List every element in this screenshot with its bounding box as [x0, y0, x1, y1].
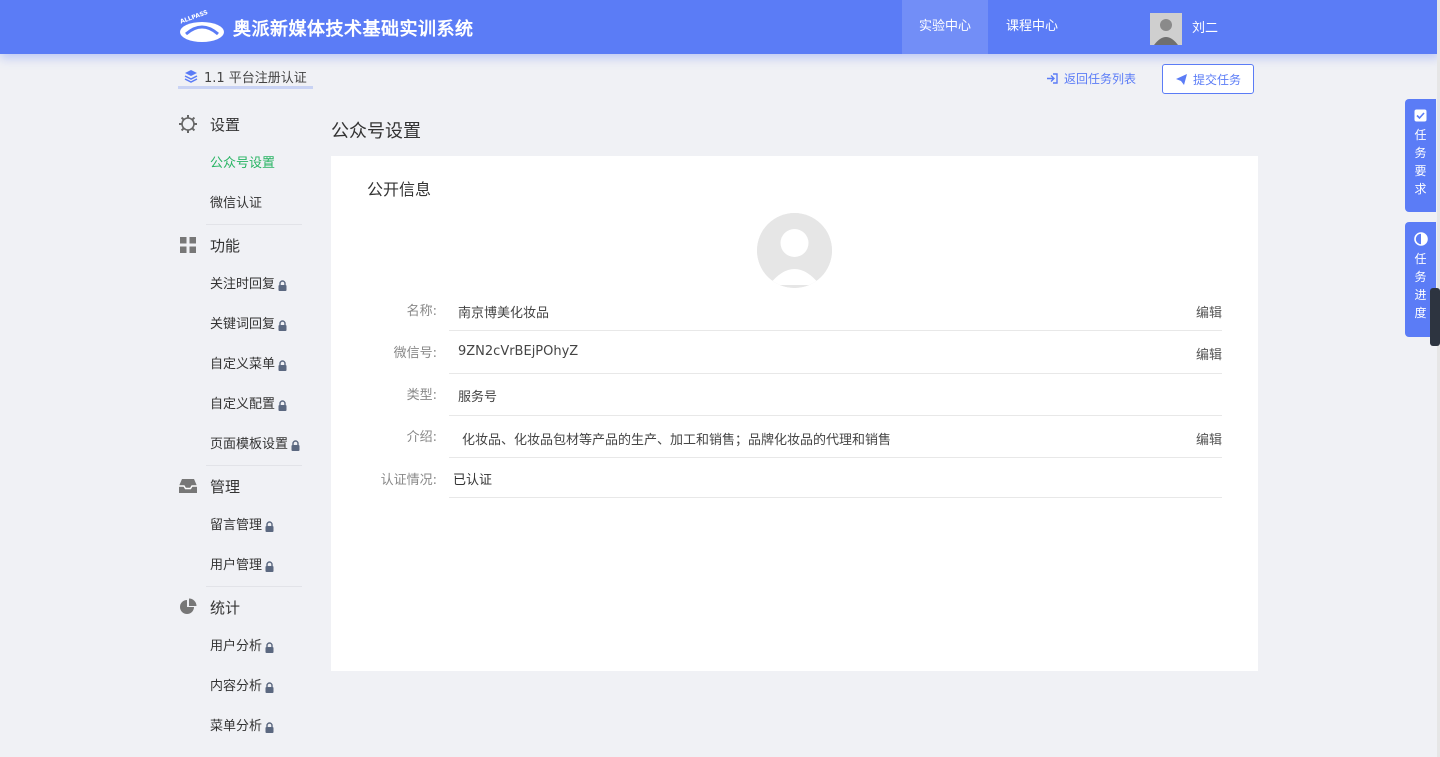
sidebar-item-label: 用户分析: [210, 639, 263, 654]
lock-icon: [278, 319, 287, 331]
card-title: 公开信息: [367, 180, 432, 199]
user-name[interactable]: 刘二: [1192, 17, 1218, 36]
sidebar-item-message-management[interactable]: 留言管理: [178, 506, 302, 546]
tab-char: 务: [1414, 146, 1427, 160]
inbox-icon: [178, 476, 198, 496]
edit-intro-link[interactable]: 编辑: [1196, 429, 1222, 448]
paper-plane-icon: [1175, 73, 1187, 85]
sidebar-section-management: 管理: [178, 466, 302, 506]
sidebar-item-keyword-reply[interactable]: 关键词回复: [178, 305, 302, 345]
field-label: 认证情况:: [380, 473, 437, 488]
lock-icon: [278, 399, 287, 411]
user-avatar[interactable]: [1150, 13, 1182, 45]
tab-char: 进: [1414, 288, 1427, 302]
nav-course-center[interactable]: 课程中心: [990, 0, 1074, 54]
sidebar-item-label: 留言管理: [210, 518, 263, 533]
sidebar-item-page-template[interactable]: 页面模板设置: [178, 425, 302, 465]
sidebar-item-content-analysis[interactable]: 内容分析: [178, 667, 302, 707]
lock-icon: [278, 279, 287, 291]
tab-char: 求: [1414, 182, 1427, 196]
sidebar-section-statistics: 统计: [178, 587, 302, 627]
tab-char: 要: [1414, 164, 1427, 178]
sidebar-section-settings: 设置: [178, 104, 302, 144]
field-label: 名称:: [406, 304, 437, 319]
row-divider: [449, 497, 1222, 498]
lock-icon: [265, 681, 274, 693]
scrollbar-handle[interactable]: [1430, 288, 1440, 346]
sign-in-icon: [1047, 73, 1058, 84]
grid-icon: [178, 235, 198, 255]
sidebar-item-follow-reply[interactable]: 关注时回复: [178, 265, 302, 305]
back-link-label: 返回任务列表: [1064, 72, 1137, 86]
public-info-card: 公开信息 名称: 南京博美化妆品 编辑 微信号: 9ZN2cVrBEjPOhyZ…: [331, 156, 1258, 671]
sidebar-item-label: 自定义配置: [210, 397, 276, 412]
row-divider: [449, 457, 1222, 458]
field-value: 化妆品、化妆品包材等产品的生产、加工和销售；品牌化妆品的代理和销售: [462, 433, 892, 448]
sidebar-item-user-analysis[interactable]: 用户分析: [178, 627, 302, 667]
allpass-logo: ALLPASS: [179, 10, 224, 42]
sidebar-section-functions: 功能: [178, 225, 302, 265]
sidebar-item-custom-config[interactable]: 自定义配置: [178, 385, 302, 425]
field-label: 介绍:: [406, 430, 437, 445]
section-title: 功能: [210, 236, 241, 255]
user-avatar-icon: [1150, 13, 1182, 45]
default-avatar-icon: [757, 213, 832, 288]
lock-icon: [291, 439, 300, 451]
lock-icon: [265, 721, 274, 733]
sidebar-item-label: 内容分析: [210, 679, 263, 694]
lock-icon: [265, 641, 274, 653]
layers-icon: [184, 70, 198, 83]
sidebar-item-label: 公众号设置: [210, 156, 276, 171]
task-requirements-tab[interactable]: 任 务 要 求: [1405, 99, 1436, 212]
sidebar-item-account-settings[interactable]: 公众号设置: [178, 144, 302, 184]
section-title: 统计: [210, 598, 241, 617]
field-value: 9ZN2cVrBEjPOhyZ: [458, 344, 579, 359]
row-divider: [449, 330, 1222, 331]
tab-char: 任: [1414, 252, 1427, 266]
sidebar-item-label: 菜单分析: [210, 719, 263, 734]
nav-lab-center[interactable]: 实验中心: [902, 0, 988, 54]
sidebar-item-user-management[interactable]: 用户管理: [178, 546, 302, 586]
sidebar-item-label: 关注时回复: [210, 277, 276, 292]
row-divider: [449, 373, 1222, 374]
lock-icon: [265, 560, 274, 572]
sidebar-item-wechat-verify[interactable]: 微信认证: [178, 184, 302, 224]
field-value: 南京博美化妆品: [458, 306, 550, 321]
section-title: 设置: [210, 115, 241, 134]
sidebar-item-custom-menu[interactable]: 自定义菜单: [178, 345, 302, 385]
field-label: 类型:: [406, 388, 437, 403]
sidebar-item-label: 页面模板设置: [210, 437, 289, 452]
submit-task-button[interactable]: 提交任务: [1162, 64, 1254, 94]
sidebar-item-label: 关键词回复: [210, 317, 276, 332]
account-avatar: [757, 213, 832, 288]
checkbox-icon: [1414, 109, 1427, 122]
sidebar-item-label: 自定义菜单: [210, 357, 276, 372]
edit-name-link[interactable]: 编辑: [1196, 302, 1222, 321]
gear-icon: [178, 114, 198, 134]
top-header: ALLPASS 奥派新媒体技术基础实训系统 实验中心 课程中心 刘二: [0, 0, 1440, 54]
edit-wechat-id-link[interactable]: 编辑: [1196, 344, 1222, 363]
pie-chart-icon: [178, 597, 198, 617]
sidebar: 设置 公众号设置 微信认证 功能 关注时回复 关键词回复 自定义菜单 自定义配置…: [178, 104, 302, 747]
field-value: 已认证: [453, 473, 493, 488]
tab-char: 度: [1414, 306, 1427, 320]
lock-icon: [278, 359, 287, 371]
lock-icon: [265, 520, 274, 532]
app-title: 奥派新媒体技术基础实训系统: [233, 19, 474, 40]
sidebar-item-label: 用户管理: [210, 558, 263, 573]
section-title: 管理: [210, 477, 241, 496]
submit-task-label: 提交任务: [1192, 72, 1241, 87]
field-value: 服务号: [458, 390, 498, 405]
tab-char: 务: [1414, 270, 1427, 284]
page-title: 公众号设置: [331, 121, 421, 142]
field-label: 微信号:: [393, 346, 437, 361]
sidebar-item-label: 微信认证: [210, 196, 263, 211]
back-to-task-list-link[interactable]: 返回任务列表: [1046, 70, 1136, 87]
sidebar-item-menu-analysis[interactable]: 菜单分析: [178, 707, 302, 747]
tab-char: 任: [1414, 128, 1427, 142]
breadcrumb-label: 1.1 平台注册认证: [204, 70, 307, 86]
breadcrumb: 1.1 平台注册认证: [178, 66, 313, 89]
progress-icon: [1413, 232, 1428, 246]
row-divider: [449, 415, 1222, 416]
